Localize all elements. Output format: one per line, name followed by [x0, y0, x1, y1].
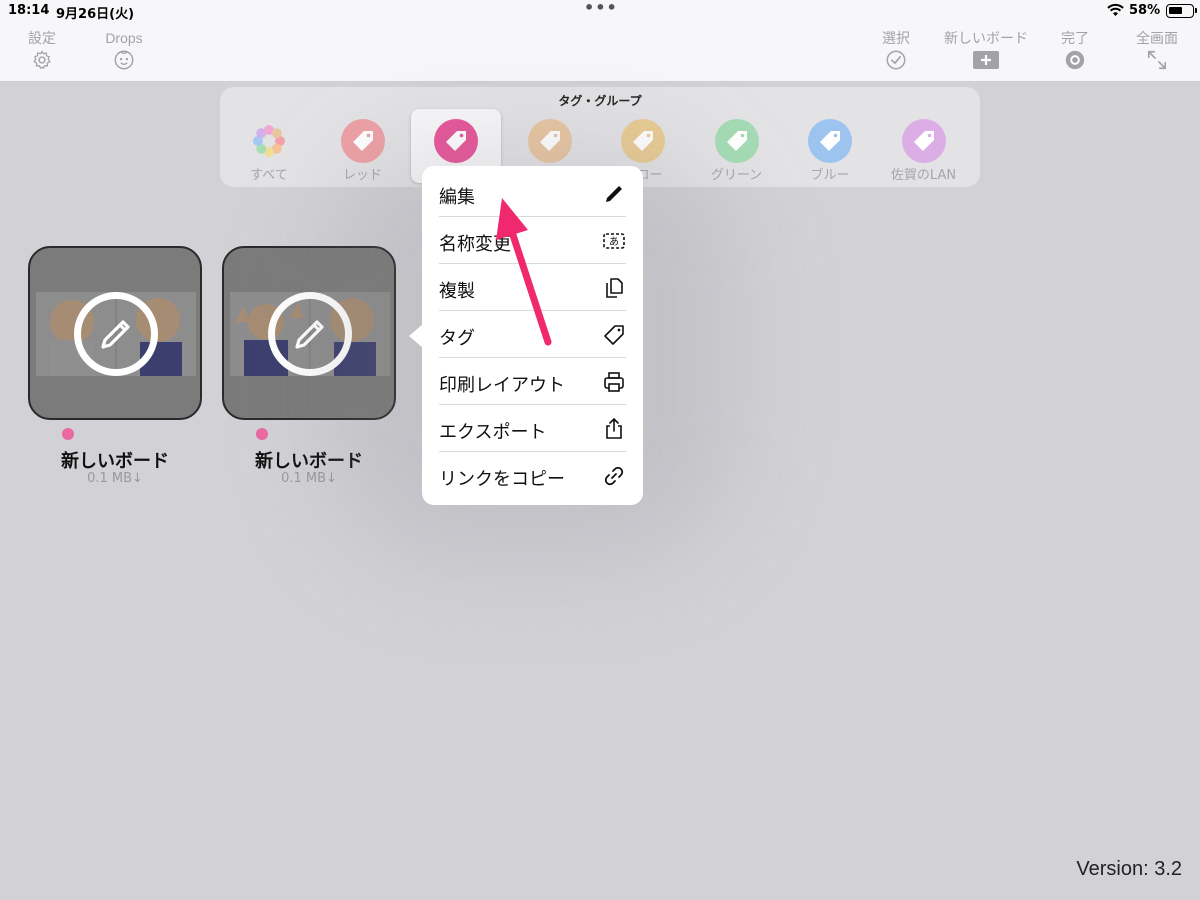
battery-icon — [1166, 4, 1197, 18]
tag-icon — [808, 119, 852, 163]
pencil-circle-icon[interactable] — [74, 292, 158, 376]
tag-group-title: タグ・グループ — [558, 94, 642, 108]
multitasking-dots[interactable]: ••• — [584, 0, 618, 17]
menu-item-label: リンクをコピー — [439, 469, 565, 490]
svg-text:あ: あ — [609, 236, 619, 248]
battery-percent: 58% — [1129, 3, 1161, 18]
duplicate-icon — [602, 276, 626, 300]
board-tag-dot — [256, 428, 268, 440]
all-tags-flower-icon — [247, 119, 291, 163]
version-label: Version: 3.2 — [1076, 858, 1182, 880]
share-icon — [602, 417, 626, 441]
plus-square-icon — [973, 51, 999, 69]
board-card[interactable]: 新しいボード 0.1 MB↓ — [28, 246, 202, 486]
gear-icon — [33, 50, 51, 69]
menu-item-5[interactable]: エクスポート — [439, 405, 626, 452]
tag-icon — [714, 119, 759, 163]
status-time: 18:14 — [8, 3, 50, 18]
fullscreen-label: 全画面 — [1136, 30, 1178, 46]
tag-label: グリーン — [710, 168, 763, 183]
checkmark-circle-icon — [886, 50, 906, 70]
printer-icon — [602, 370, 626, 394]
tag-item-5[interactable]: グリーン — [692, 109, 782, 183]
menu-item-label: エクスポート — [439, 422, 547, 443]
menu-item-label: タグ — [439, 328, 475, 349]
status-bar: 18:14 9月26日(火) ••• 58% — [0, 0, 1200, 22]
menu-item-label: 印刷レイアウト — [439, 375, 565, 396]
menu-item-6[interactable]: リンクをコピー — [439, 452, 626, 499]
menu-item-label: 複製 — [439, 281, 475, 302]
fullscreen-button[interactable]: 全画面 — [1128, 30, 1186, 71]
link-icon — [602, 464, 626, 488]
tag-icon — [901, 119, 946, 163]
select-label: 選択 — [882, 30, 910, 46]
drops-label: Drops — [105, 30, 143, 46]
menu-item-4[interactable]: 印刷レイアウト — [439, 358, 626, 405]
tag-label: 佐賀のLAN — [890, 168, 957, 183]
tag-item-7[interactable]: 佐賀のLAN — [879, 109, 969, 183]
drops-button[interactable]: Drops — [92, 30, 156, 71]
status-date: 9月26日(火) — [56, 7, 135, 22]
tag-item-6[interactable]: ブルー — [785, 109, 875, 183]
expand-icon — [1147, 50, 1167, 70]
done-button[interactable]: 完了 — [1053, 30, 1097, 71]
rename-text-icon: あ — [602, 229, 626, 253]
annotation-arrow — [496, 198, 552, 346]
board-tag-dot — [62, 428, 74, 440]
tag-icon — [340, 119, 385, 163]
pencil-icon — [602, 182, 626, 206]
tag-label: すべて — [250, 168, 288, 183]
menu-item-label: 編集 — [439, 187, 475, 208]
board-thumbnail[interactable] — [28, 246, 202, 420]
board-size: 0.1 MB↓ — [87, 471, 143, 486]
board-name[interactable]: 新しいボード — [28, 447, 202, 473]
settings-label: 設定 — [28, 30, 56, 46]
tag-label: ブルー — [810, 168, 850, 183]
tag-item-0[interactable]: すべて — [224, 109, 314, 183]
wifi-icon — [1107, 3, 1124, 16]
select-button[interactable]: 選択 — [872, 30, 920, 71]
face-icon — [114, 50, 134, 70]
top-toolbar: 設定 Drops 選択 新しいボード 完了 全画面 — [0, 22, 1200, 82]
done-circle-icon — [1065, 50, 1085, 70]
settings-button[interactable]: 設定 — [20, 30, 64, 71]
new-board-label: 新しいボード — [944, 30, 1028, 46]
tag-icon — [602, 323, 626, 347]
new-board-button[interactable]: 新しいボード — [938, 30, 1034, 71]
menu-pointer — [409, 324, 423, 348]
done-label: 完了 — [1061, 30, 1089, 46]
